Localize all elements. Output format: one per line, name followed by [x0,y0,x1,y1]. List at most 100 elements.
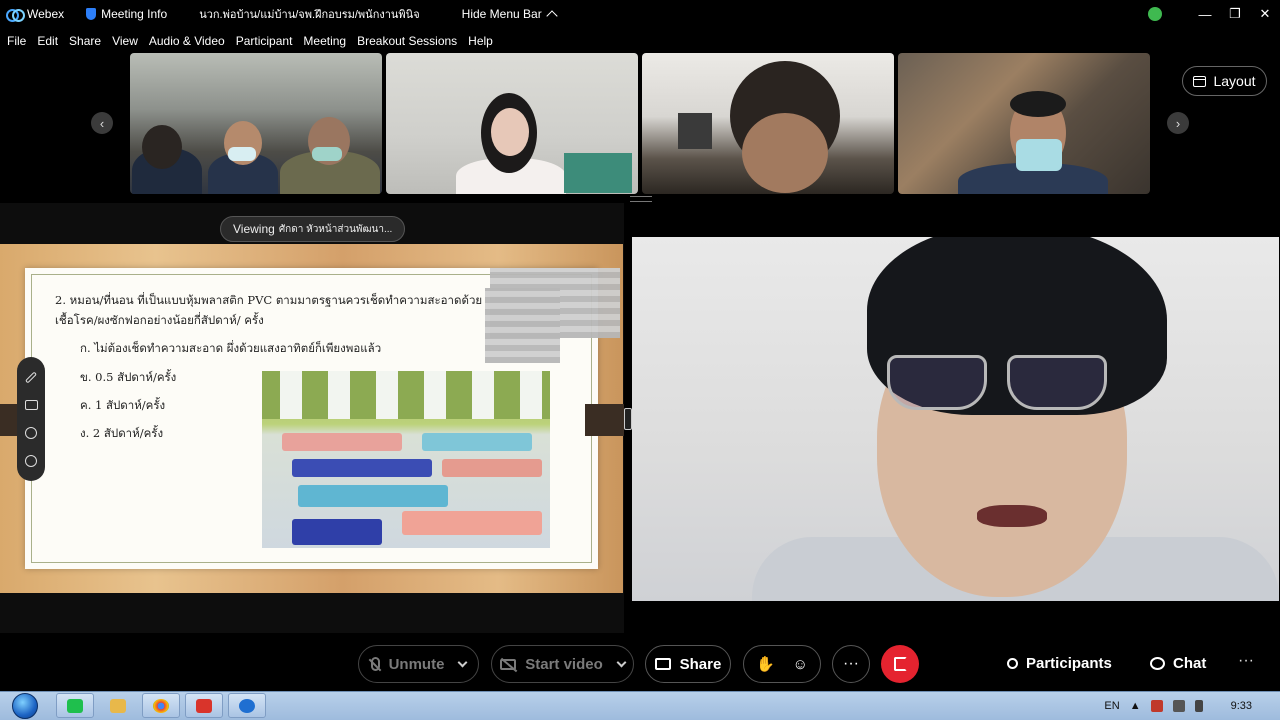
menu-help[interactable]: Help [468,34,493,48]
menu-breakout-sessions[interactable]: Breakout Sessions [357,34,457,48]
participant-video-tile[interactable] [898,53,1150,194]
language-indicator[interactable]: EN [1104,700,1119,712]
speaker-mouth [977,505,1047,527]
leave-icon [893,657,907,671]
option-d: ง. 2 สัปดาห์/ครั้ง [80,426,164,440]
participant-video-tile[interactable] [386,53,638,194]
raise-hand-icon[interactable]: ✋ [756,655,775,673]
face-mask [1016,139,1062,171]
chevron-left-icon: ‹ [99,115,105,131]
participant-head [142,125,182,169]
mattress [282,433,402,451]
menu-share[interactable]: Share [69,34,101,48]
volume-icon[interactable] [1194,700,1203,712]
screen-icon[interactable] [24,400,38,411]
app-name: Webex [27,7,65,21]
dormitory-photo [262,371,550,548]
participant-head [491,108,529,156]
photo-windows [262,371,550,419]
chevron-down-icon[interactable] [616,657,627,667]
chat-button[interactable]: Chat [1150,655,1206,672]
leave-meeting-button[interactable] [881,645,919,683]
taskbar-line-app[interactable] [56,693,94,718]
strip-next-button[interactable]: › [1167,112,1189,134]
taskbar-app-red[interactable] [185,693,223,718]
system-tray: EN ▲ 9:33 [1104,692,1280,720]
webex-logo-icon [6,8,25,22]
title-bar: Webex Meeting Info นวก.พ่อบ้าน/แม่บ้าน/จ… [0,0,1280,28]
chat-label: Chat [1173,655,1207,672]
layout-button[interactable]: Layout [1182,66,1267,96]
system-clock[interactable]: 9:33 [1231,700,1252,712]
webex-taskbar-icon [239,698,255,713]
chevron-down-icon[interactable] [457,657,468,667]
chevron-up-icon [546,10,558,22]
menu-view[interactable]: View [112,34,138,48]
menu-file[interactable]: File [7,34,26,48]
zoom-in-icon[interactable] [25,426,37,439]
mattress [442,459,542,477]
panel-resize-handle[interactable] [624,408,632,430]
menu-meeting[interactable]: Meeting [303,34,346,48]
hide-menu-bar-button[interactable]: Hide Menu Bar [461,7,558,22]
more-options-label: ··· [843,655,859,672]
more-options-button[interactable]: ··· [832,645,870,683]
unmute-button[interactable]: Unmute [358,645,479,683]
reactions-group: ✋ ☺ [743,645,821,683]
chrome-icon [153,698,169,713]
viewing-prefix: Viewing [233,222,275,236]
hide-menu-bar-label: Hide Menu Bar [461,7,542,21]
question-line-2: เชื้อโรค/ผงซักฟอกอย่างน้อยกี่สัปดาห์/ คร… [55,313,264,327]
camera-off-icon [500,658,517,670]
microphone-muted-icon [370,657,380,671]
participants-button[interactable]: Participants [1007,655,1112,672]
line-app-icon [67,698,83,713]
strip-prev-button[interactable]: ‹ [91,112,113,134]
taskbar-webex[interactable] [228,693,266,718]
mattress [292,459,432,477]
window-controls: — ❐ ✕ [1148,0,1280,28]
background-chair [564,153,632,193]
more-panels-button[interactable]: ··· [1238,652,1254,670]
slide-next-tab [585,404,624,436]
start-video-button[interactable]: Start video [491,645,634,683]
unmute-label: Unmute [388,655,445,673]
participant-video-tile[interactable] [642,53,894,194]
start-button[interactable] [8,692,42,719]
zoom-out-icon[interactable] [25,454,37,467]
share-button[interactable]: Share [645,645,731,683]
restore-button[interactable]: ❐ [1220,0,1250,28]
minimize-button[interactable]: — [1190,0,1220,28]
mattress [298,485,448,507]
option-c: ค. 1 สัปดาห์/ครั้ง [80,398,166,412]
slide-page: 2. หมอน/ที่นอน ที่เป็นแบบหุ้มพลาสติก PVC… [25,268,620,569]
red-app-icon [196,698,212,713]
reactions-icon[interactable]: ☺ [793,656,808,673]
tray-expand-icon[interactable]: ▲ [1130,700,1141,712]
participant-video-tile[interactable] [130,53,382,194]
menu-participant[interactable]: Participant [236,34,293,48]
close-button[interactable]: ✕ [1250,0,1280,28]
active-speaker-video[interactable] [632,237,1279,601]
taskbar-explorer[interactable] [99,693,137,718]
question-line-1: 2. หมอน/ที่นอน ที่เป็นแบบหุ้มพลาสติก PVC… [55,293,483,307]
annotation-toolbar [17,357,45,481]
meeting-title: นวก.พ่อบ้าน/แม่บ้าน/จพ.ฝึกอบรม/พนักงานพิ… [199,9,420,21]
menu-edit[interactable]: Edit [37,34,58,48]
taskbar-chrome[interactable] [142,693,180,718]
chat-icon [1150,657,1165,670]
speaker-glasses-right [1007,355,1107,410]
tray-app-icon[interactable] [1150,700,1163,712]
menu-bar: File Edit Share View Audio & Video Parti… [0,30,497,52]
pen-icon[interactable] [24,371,38,384]
meeting-info-button[interactable]: Meeting Info [86,7,167,21]
face-mask [228,147,256,161]
network-icon[interactable] [1172,700,1185,712]
mattress [402,511,542,535]
menu-audio-video[interactable]: Audio & Video [149,34,225,48]
meeting-info-label: Meeting Info [101,7,168,21]
share-screen-icon [654,658,671,670]
strip-resize-handle[interactable] [630,196,652,202]
blurred-region [485,288,560,363]
network-status-icon[interactable] [1148,7,1162,21]
